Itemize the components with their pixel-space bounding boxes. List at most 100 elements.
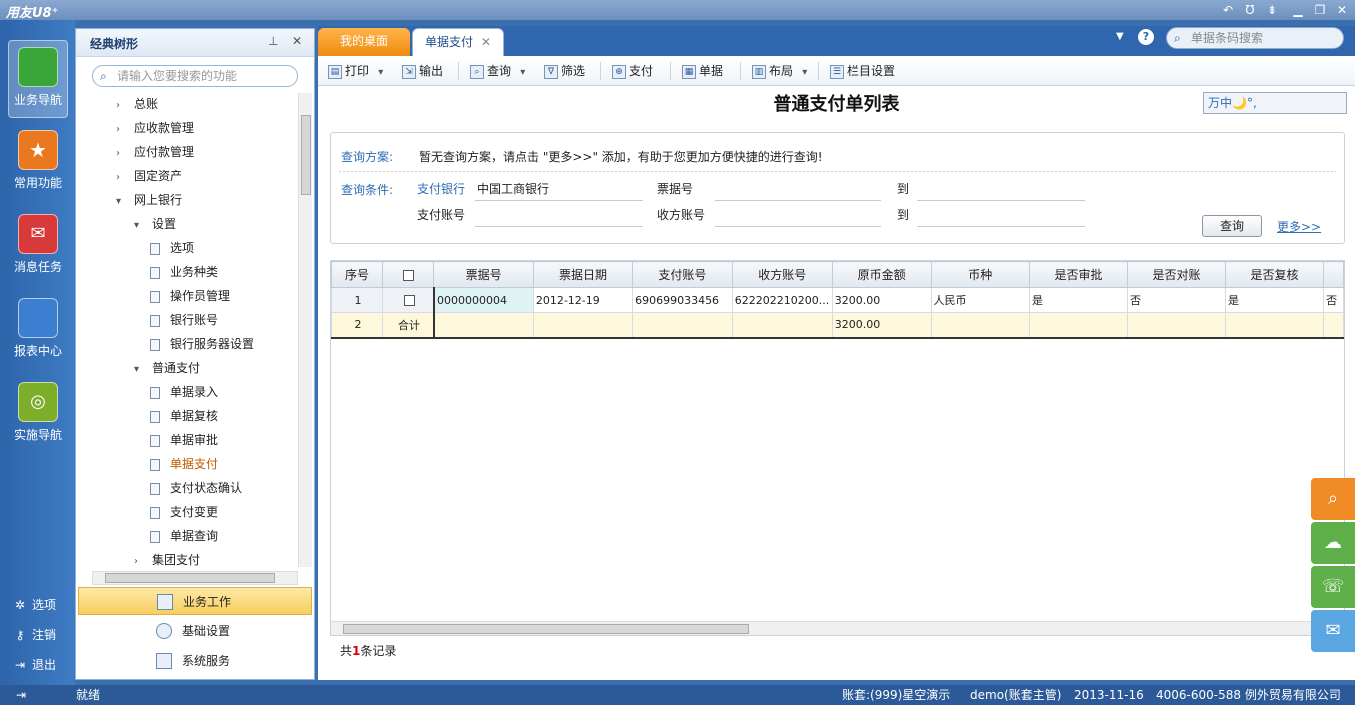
nav-implementation[interactable]: ◎ 实施导航	[8, 376, 68, 454]
table-cell[interactable]: 人民币	[930, 287, 1031, 313]
pay-account-field[interactable]	[475, 226, 643, 227]
table-cell[interactable]: 是	[1225, 287, 1325, 313]
chevron-down-icon[interactable]: ▾	[134, 215, 146, 237]
column-header[interactable]: 支付账号	[632, 261, 733, 288]
chevron-down-icon[interactable]: ▾	[375, 67, 383, 78]
tree-node[interactable]: ▾ 网上银行	[116, 189, 182, 211]
chevron-right-icon[interactable]: ›	[134, 551, 146, 567]
chevron-down-icon[interactable]: ▼	[1116, 31, 1124, 42]
scroll-thumb[interactable]	[343, 624, 749, 634]
column-header[interactable]: 收方账号	[731, 261, 833, 288]
chevron-down-icon[interactable]: ▾	[517, 67, 525, 78]
toolbar-button[interactable]: ▦ 单据	[682, 62, 723, 80]
table-cell[interactable]: 622202210200...	[731, 287, 833, 313]
toolbar-button[interactable]: ▥ 布局 ▾	[752, 62, 807, 80]
tree-node[interactable]: › 总账	[116, 93, 158, 115]
tree-node[interactable]: › 集团支付	[134, 549, 200, 567]
table-cell[interactable]: 3200.00	[831, 287, 932, 313]
table-cell[interactable]: 2	[331, 312, 384, 339]
tree-node[interactable]: 支付变更	[150, 501, 218, 523]
bottom-nav-basic-settings[interactable]: 基础设置	[78, 617, 312, 645]
table-cell[interactable]	[382, 287, 435, 313]
total-row[interactable]: 2 合计 3200.00	[331, 312, 1344, 339]
table-cell[interactable]: 3200.00	[831, 312, 932, 339]
restore-icon[interactable]: ❐	[1310, 1, 1330, 19]
table-cell[interactable]: 2012-12-19	[532, 287, 634, 313]
column-header[interactable]: 原币金额	[831, 261, 932, 288]
collapse-icon[interactable]: ⇥	[16, 685, 26, 705]
table-cell[interactable]	[532, 312, 634, 339]
scroll-thumb[interactable]	[301, 115, 311, 195]
table-cell[interactable]: 0000000004	[433, 287, 534, 313]
menu-icon[interactable]: ⇟	[1262, 1, 1282, 19]
bill-no-to-field[interactable]	[917, 200, 1085, 201]
row-checkbox[interactable]	[403, 295, 415, 306]
table-cell[interactable]: 是	[1029, 287, 1129, 313]
table-cell[interactable]: 否	[1127, 287, 1227, 313]
table-cell[interactable]	[930, 312, 1031, 339]
tree-node[interactable]: 单据查询	[150, 525, 218, 547]
more-link[interactable]: 更多>>	[1277, 218, 1321, 235]
toolbar-button[interactable]: ⌕ 查询 ▾	[470, 62, 525, 80]
pin-icon[interactable]: ⊥	[268, 34, 278, 48]
tree-node[interactable]: ▾ 普通支付	[134, 357, 200, 379]
tree-vertical-scrollbar[interactable]	[298, 93, 312, 567]
undo-icon[interactable]: ↶	[1218, 1, 1238, 19]
minimize-icon[interactable]: ▁	[1288, 1, 1308, 19]
chevron-right-icon[interactable]: ›	[116, 167, 128, 189]
column-header[interactable]: 票据号	[433, 261, 534, 288]
table-cell[interactable]: 否	[1323, 287, 1344, 313]
chevron-right-icon[interactable]: ›	[116, 119, 128, 141]
chat-icon[interactable]: ☏	[1311, 566, 1355, 608]
tree-node[interactable]: › 应收款管理	[116, 117, 194, 139]
table-cell[interactable]	[1225, 312, 1325, 339]
logout-button[interactable]: ⚷ 注销	[12, 625, 56, 645]
column-header[interactable]: 是否审批	[1029, 261, 1129, 288]
toolbar-button[interactable]: ∇ 筛选	[544, 62, 585, 80]
tree-node[interactable]: 业务种类	[150, 261, 218, 283]
tab-my-desktop[interactable]: 我的桌面	[318, 28, 410, 56]
query-button[interactable]: 查询	[1202, 215, 1262, 237]
exit-button[interactable]: ⇥ 退出	[12, 655, 56, 675]
nav-common[interactable]: ★ 常用功能	[8, 124, 68, 202]
column-header[interactable]: 序号	[331, 261, 384, 288]
tree-node[interactable]: 支付状态确认	[150, 477, 242, 499]
bottom-nav-system-service[interactable]: 系统服务	[78, 647, 312, 675]
toolbar-button[interactable]: ☰ 栏目设置	[830, 62, 895, 80]
table-cell[interactable]	[1323, 312, 1344, 339]
cloud-icon[interactable]: ☁	[1311, 522, 1355, 564]
nav-business[interactable]: 业务导航	[8, 40, 68, 118]
options-button[interactable]: ✲ 选项	[12, 595, 56, 615]
tree-node[interactable]: 单据审批	[150, 429, 218, 451]
column-header[interactable]	[382, 261, 435, 288]
receiver-account-to-field[interactable]	[917, 226, 1085, 227]
table-row[interactable]: 1 0000000004 2012-12-19 690699033456 6222022…	[331, 287, 1344, 313]
table-cell[interactable]: 690699033456	[632, 287, 733, 313]
tree-node[interactable]: 单据录入	[150, 381, 218, 403]
table-cell[interactable]	[632, 312, 733, 339]
table-cell[interactable]: 1	[331, 287, 384, 313]
close-icon[interactable]: ✕	[1332, 1, 1352, 19]
ime-toolbar[interactable]: 万中🌙°,	[1203, 92, 1347, 114]
table-cell[interactable]	[1029, 312, 1129, 339]
tree-node[interactable]: 操作员管理	[150, 285, 230, 307]
close-panel-icon[interactable]: ✕	[292, 34, 302, 48]
tree-node[interactable]: 选项	[150, 237, 194, 259]
tree-node[interactable]: › 应付款管理	[116, 141, 194, 163]
chevron-down-icon[interactable]: ▾	[799, 67, 807, 78]
table-cell[interactable]	[731, 312, 833, 339]
bottom-nav-business-work[interactable]: 业务工作	[78, 587, 312, 615]
tree-horizontal-scrollbar[interactable]	[92, 571, 298, 585]
message-icon[interactable]: ✉	[1311, 610, 1355, 652]
bill-no-from-field[interactable]	[715, 200, 881, 201]
tree-node[interactable]: ▾ 设置	[134, 213, 176, 235]
nav-reports[interactable]: 报表中心	[8, 292, 68, 370]
tree-search-input[interactable]: ⌕ 请输入您要搜索的功能	[92, 65, 298, 87]
close-tab-icon[interactable]: ✕	[481, 35, 491, 49]
chevron-right-icon[interactable]: ›	[116, 143, 128, 165]
table-cell[interactable]	[433, 312, 534, 339]
table-cell[interactable]: 合计	[382, 312, 435, 339]
tab-bill-payment[interactable]: 单据支付 ✕	[412, 28, 504, 56]
column-header[interactable]: 币种	[930, 261, 1031, 288]
select-all-checkbox[interactable]	[402, 269, 414, 281]
